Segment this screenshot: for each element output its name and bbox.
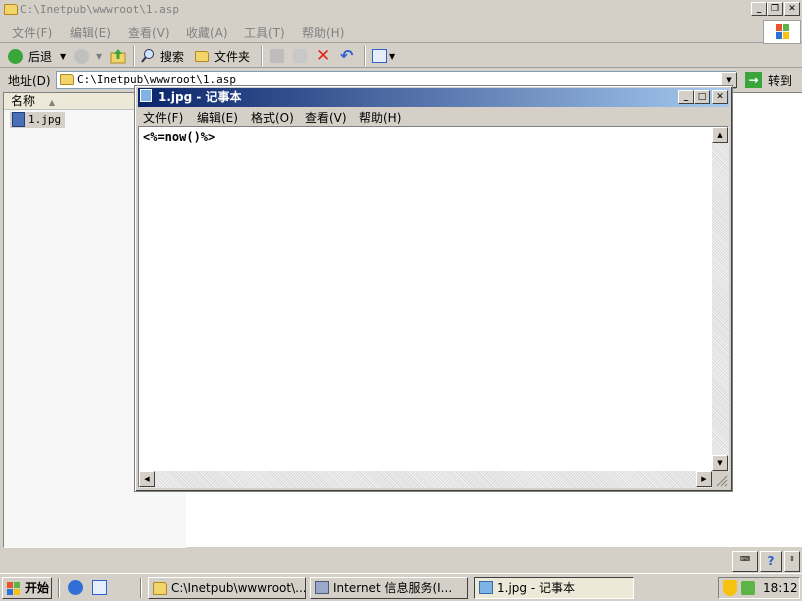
notepad-minimize-button[interactable]: _ [678, 90, 694, 104]
close-button[interactable]: ✕ [784, 2, 800, 16]
task-iis-label: Internet 信息服务(I... [333, 581, 453, 595]
tray-toggle-icon[interactable]: ⇕ [784, 551, 800, 572]
task-explorer[interactable]: C:\Inetpub\wwwroot\... [148, 577, 306, 599]
ie-browser-quicklaunch-icon[interactable] [92, 580, 107, 595]
task-notepad-icon [479, 581, 493, 594]
notepad-menu-help[interactable]: 帮助(H) [359, 109, 401, 126]
back-label[interactable]: 后退 [28, 48, 52, 65]
folder-icon [4, 4, 18, 15]
resize-grip-icon[interactable] [712, 471, 729, 488]
address-label: 地址(D) [8, 74, 51, 88]
delete-icon[interactable]: ✕ [316, 46, 330, 66]
notepad-maximize-button[interactable]: □ [694, 90, 710, 104]
file-name: 1.jpg [28, 113, 62, 126]
notepad-menu-edit[interactable]: 编辑(E) [197, 109, 238, 126]
column-name-label: 名称 [11, 94, 36, 108]
go-label[interactable]: 转到 [768, 72, 792, 89]
task-notepad-label: 1.jpg - 记事本 [497, 581, 575, 595]
explorer-title: C:\Inetpub\wwwroot\1.asp [20, 3, 179, 16]
go-arrow-icon[interactable]: → [745, 72, 762, 88]
vertical-scrollbar[interactable]: ▲ ▼ [712, 127, 729, 471]
menu-favorites[interactable]: 收藏(A) [186, 24, 228, 41]
menu-view[interactable]: 查看(V) [128, 24, 170, 41]
back-dropdown-icon[interactable]: ▼ [60, 52, 66, 61]
task-iis[interactable]: Internet 信息服务(I... [310, 577, 468, 599]
notepad-menu-file[interactable]: 文件(F) [143, 109, 183, 126]
menu-edit[interactable]: 编辑(E) [70, 24, 111, 41]
start-button[interactable]: 开始 [2, 577, 52, 599]
notepad-icon [140, 89, 152, 102]
network-icon[interactable] [741, 581, 755, 595]
scroll-left-button[interactable]: ◀ [139, 471, 155, 487]
scroll-right-button[interactable]: ▶ [696, 471, 712, 487]
image-file-icon [12, 112, 25, 127]
explorer-toolbar: 后退 ▼ ▼ 搜索 文件夹 ✕ ↶ ▼ [0, 44, 802, 68]
notepad-menu-format[interactable]: 格式(O) [251, 109, 294, 126]
search-label[interactable]: 搜索 [160, 48, 184, 65]
copy-to-icon[interactable] [293, 49, 307, 63]
notepad-title: 1.jpg - 记事本 [158, 90, 242, 104]
notepad-text-area[interactable]: <%=now()%> ▲ ▼ ◀ ▶ [138, 126, 729, 488]
undo-icon[interactable]: ↶ [340, 46, 353, 65]
explorer-title-bar[interactable]: C:\Inetpub\wwwroot\1.asp [0, 0, 802, 19]
security-shield-icon[interactable] [723, 580, 737, 596]
windows-logo-icon [763, 20, 801, 44]
back-arrow-icon[interactable] [8, 49, 23, 64]
menu-file[interactable]: 文件(F) [12, 24, 52, 41]
minimize-button[interactable]: _ [751, 2, 767, 16]
address-folder-icon [60, 74, 74, 85]
explorer-menu-bar: 文件(F) 编辑(E) 查看(V) 收藏(A) 工具(T) 帮助(H) [0, 21, 802, 43]
task-notepad-active[interactable]: 1.jpg - 记事本 [474, 577, 634, 599]
ie-quicklaunch-icon[interactable] [68, 580, 83, 595]
taskbar: 开始 C:\Inetpub\wwwroot\... Internet 信息服务(… [0, 573, 802, 601]
task-iis-icon [315, 581, 329, 594]
folders-label[interactable]: 文件夹 [214, 48, 250, 65]
task-folder-icon [153, 582, 167, 595]
views-dropdown-icon[interactable]: ▼ [389, 52, 395, 61]
folders-icon[interactable] [195, 51, 209, 62]
system-tray: 18:12 [718, 577, 800, 599]
start-label: 开始 [25, 581, 50, 595]
sort-ascending-icon: ▲ [48, 98, 55, 107]
horizontal-scrollbar[interactable]: ◀ ▶ [139, 471, 712, 488]
search-icon[interactable] [140, 48, 156, 64]
notepad-window: 1.jpg - 记事本 _ □ ✕ 文件(F) 编辑(E) 格式(O) 查看(V… [134, 85, 733, 492]
menu-tools[interactable]: 工具(T) [244, 24, 285, 41]
task-explorer-label: C:\Inetpub\wwwroot\... [171, 581, 306, 595]
move-to-icon[interactable] [270, 49, 284, 63]
notepad-title-bar[interactable]: 1.jpg - 记事本 [138, 88, 729, 107]
forward-dropdown-icon[interactable]: ▼ [96, 52, 102, 61]
views-icon[interactable] [372, 49, 387, 63]
notepad-menu-view[interactable]: 查看(V) [305, 109, 347, 126]
keyboard-icon[interactable]: ⌨ [732, 551, 758, 572]
notepad-content: <%=now()%> [143, 130, 216, 144]
up-folder-icon[interactable] [110, 48, 126, 64]
menu-help[interactable]: 帮助(H) [302, 24, 344, 41]
scroll-up-button[interactable]: ▲ [712, 127, 728, 143]
notepad-close-button[interactable]: ✕ [712, 90, 728, 104]
clock[interactable]: 18:12 [763, 581, 798, 595]
forward-arrow-icon[interactable] [74, 49, 89, 64]
scroll-down-button[interactable]: ▼ [712, 455, 728, 471]
help-icon[interactable]: ? [760, 551, 782, 572]
notepad-menu-bar: 文件(F) 编辑(E) 格式(O) 查看(V) 帮助(H) [138, 107, 729, 126]
windows-flag-icon [7, 581, 21, 595]
restore-button[interactable]: ❐ [767, 2, 783, 16]
